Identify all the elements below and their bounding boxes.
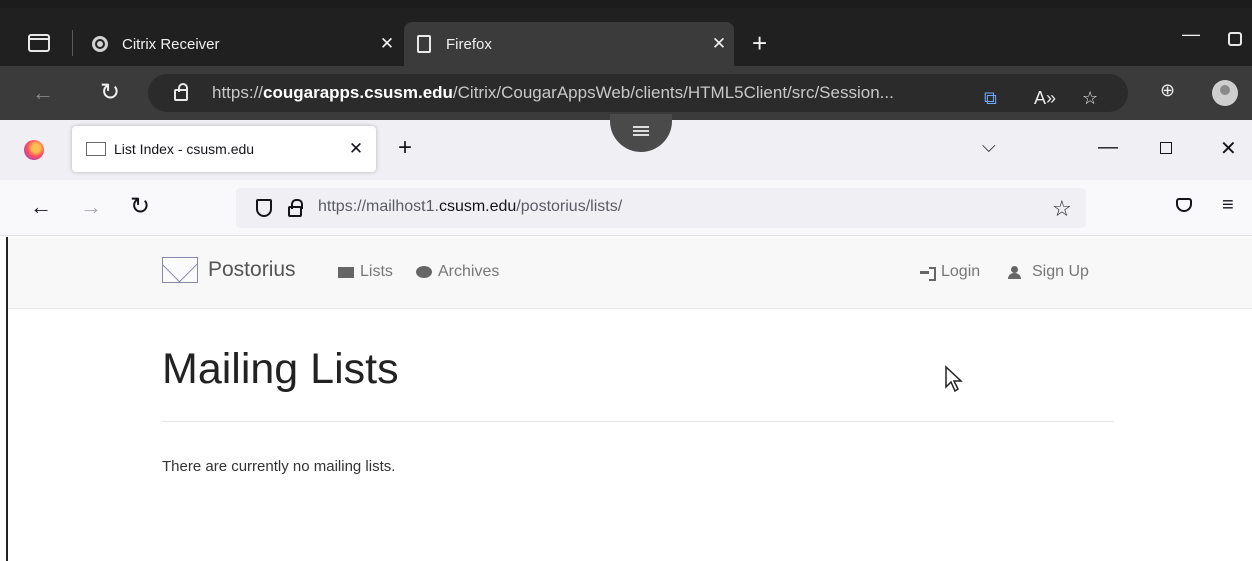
lock-icon[interactable] (174, 83, 188, 101)
reload-icon[interactable]: ↻ (100, 78, 120, 107)
edge-tab-title: Citrix Receiver (122, 35, 220, 53)
profile-avatar[interactable] (1212, 80, 1238, 106)
firefox-url-text[interactable]: https://mailhost1.csusm.edu/postorius/li… (318, 198, 622, 216)
firefox-nav-bar: ← → ↻ https://mailhost1.csusm.edu/postor… (0, 180, 1252, 236)
edge-tab-citrix-receiver[interactable]: Citrix Receiver ✕ (80, 22, 402, 66)
url-path: /postorius/lists/ (516, 198, 623, 215)
minimize-button[interactable]: — (1098, 136, 1118, 159)
shield-icon[interactable] (256, 199, 272, 217)
page-icon (414, 34, 434, 54)
close-icon[interactable]: ✕ (336, 139, 376, 159)
pocket-icon[interactable] (1176, 198, 1192, 212)
brand-link[interactable]: Postorius (162, 257, 296, 283)
nav-archives-label: Archives (438, 263, 500, 280)
close-window-button[interactable]: ✕ (1220, 136, 1237, 161)
lock-icon[interactable] (288, 199, 303, 217)
url-host: csusm.edu (438, 198, 517, 215)
nav-signup-label: Sign Up (1032, 263, 1089, 280)
edge-url-text[interactable]: https://cougarapps.csusm.edu/Citrix/Coug… (212, 83, 894, 103)
hamburger-menu-icon[interactable]: ≡ (1222, 194, 1234, 217)
user-plus-icon (1008, 265, 1026, 279)
restore-button[interactable] (1160, 142, 1172, 154)
add-favorite-icon[interactable]: ☆ (1082, 88, 1098, 109)
edge-tab-title: Firefox (446, 35, 492, 53)
edge-toolbar: ← ↻ https://cougarapps.csusm.edu/Citrix/… (0, 66, 1252, 120)
edge-tab-actions-icon[interactable] (28, 34, 50, 52)
nav-archives-link[interactable]: Archives (416, 263, 499, 281)
page-title: Mailing Lists (162, 345, 399, 393)
firefox-tab-list-index[interactable]: List Index - csusm.edu ✕ (72, 126, 376, 172)
maximize-button[interactable] (1228, 32, 1242, 46)
site-navbar: Postorius Lists Archives Login Sign Up (8, 237, 1252, 309)
menu-icon (633, 126, 649, 136)
read-aloud-icon[interactable]: A» (1034, 88, 1056, 109)
url-scheme: https://mailhost1. (318, 198, 439, 215)
chevron-down-icon[interactable]: ⌵ (982, 136, 996, 157)
nav-lists-link[interactable]: Lists (338, 263, 393, 281)
comment-icon (416, 266, 432, 278)
brand-name: Postorius (208, 258, 296, 281)
firefox-logo-icon (24, 140, 44, 160)
envelope-icon (338, 266, 354, 278)
edge-tab-separator (72, 30, 73, 56)
close-icon[interactable]: ✕ (704, 34, 734, 54)
page-viewport: Postorius Lists Archives Login Sign Up M… (6, 237, 1252, 561)
new-tab-button[interactable]: + (398, 134, 412, 162)
minimize-button[interactable]: — (1182, 24, 1200, 45)
url-host: cougarapps.csusm.edu (263, 83, 453, 102)
back-arrow-icon[interactable]: ← (30, 194, 52, 220)
close-icon[interactable]: ✕ (372, 34, 402, 54)
bookmark-star-icon[interactable]: ☆ (1052, 196, 1072, 222)
sign-in-icon (920, 266, 936, 281)
back-arrow-icon[interactable]: ← (32, 80, 54, 106)
new-tab-button[interactable]: + (752, 30, 767, 56)
forward-arrow-icon[interactable]: → (80, 194, 102, 220)
envelope-icon (86, 142, 106, 156)
nav-login-link[interactable]: Login (920, 263, 980, 281)
reload-icon[interactable]: ↻ (130, 192, 150, 221)
url-scheme: https:// (212, 83, 264, 102)
edge-title-area (0, 0, 1252, 8)
firefox-tab-title: List Index - csusm.edu (114, 141, 255, 157)
empty-state-message: There are currently no mailing lists. (162, 458, 396, 475)
edge-tab-strip: Citrix Receiver ✕ Firefox ✕ + — (0, 0, 1252, 66)
nav-login-label: Login (941, 263, 981, 280)
title-divider (162, 421, 1114, 422)
url-path: /Citrix/CougarAppsWeb/clients/HTML5Clien… (452, 83, 894, 102)
app-available-icon[interactable]: ⧉ (984, 88, 997, 109)
edge-address-bar[interactable]: https://cougarapps.csusm.edu/Citrix/Coug… (148, 74, 1128, 112)
envelope-logo-icon (162, 257, 198, 283)
firefox-address-bar[interactable]: https://mailhost1.csusm.edu/postorius/li… (236, 188, 1086, 228)
collections-icon[interactable]: ⊕ (1160, 80, 1175, 101)
nav-lists-label: Lists (360, 263, 393, 280)
mouse-cursor-icon (945, 365, 963, 393)
nav-signup-link[interactable]: Sign Up (1008, 263, 1089, 281)
citrix-icon (90, 34, 110, 54)
edge-tab-firefox[interactable]: Firefox ✕ (404, 22, 734, 66)
